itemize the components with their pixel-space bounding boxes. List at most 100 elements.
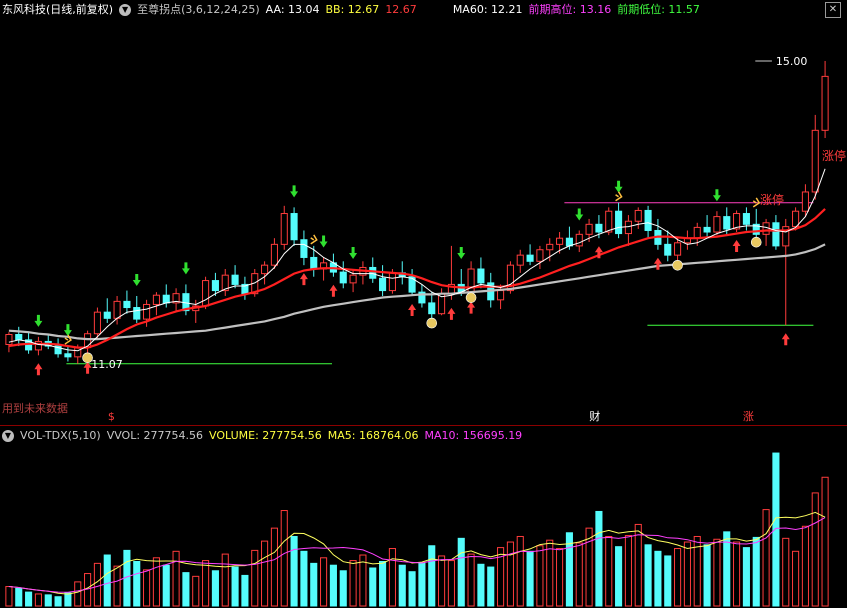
buy-arrow-icon (653, 257, 662, 270)
candle-body (703, 226, 711, 233)
volume-bar (241, 574, 249, 607)
volume-bar (752, 536, 760, 607)
candle-body (428, 302, 436, 315)
stock-name[interactable]: 东风科技 (2, 0, 46, 20)
prev-low-value: 前期低位: 11.57 (617, 3, 700, 16)
volume-bar (418, 562, 426, 607)
candle-body (349, 274, 357, 284)
candle-body (674, 242, 682, 256)
volume-bar (585, 527, 593, 607)
volume-bar (251, 549, 259, 607)
volume-bar (615, 546, 623, 607)
volume-bar (457, 537, 465, 607)
volume-bar (447, 560, 455, 607)
volume-bar (516, 535, 524, 607)
volume-bar (388, 548, 396, 607)
candle-body (792, 210, 800, 228)
volume-chart[interactable] (0, 446, 847, 608)
ma-line-red (8, 208, 826, 349)
candle-body (526, 254, 534, 262)
volume-bar (703, 544, 711, 607)
money-bag-icon (82, 352, 93, 364)
candle-body (270, 243, 278, 266)
money-bag-icon (672, 260, 683, 271)
price-chart[interactable]: 15.0011.07涨停涨停$ 财涨 (0, 20, 847, 424)
candle-body (477, 268, 485, 284)
volume-bar (536, 545, 544, 607)
volume-bar (792, 550, 800, 607)
candle-body (143, 303, 151, 320)
volume-bar (143, 569, 151, 607)
indicator-dropdown-icon[interactable]: ▼ (119, 4, 132, 16)
volume-indicator-name[interactable]: VOL-TDX(5,10) (20, 426, 101, 446)
sell-arrow-icon (290, 185, 299, 198)
volume-bar (221, 553, 229, 607)
volume-bar (644, 544, 652, 607)
volume-bar (723, 531, 731, 607)
volume-bar (182, 572, 190, 607)
candle-body (113, 300, 121, 319)
volume-bar (310, 562, 318, 607)
ma-line-white (8, 168, 826, 352)
money-bag-icon (465, 292, 477, 303)
volume-dropdown-icon[interactable]: ▼ (2, 430, 14, 442)
runner-icon (752, 197, 761, 208)
candle-body (123, 300, 131, 309)
candle-body (300, 239, 308, 258)
volume-bar (398, 564, 406, 607)
sell-arrow-icon (349, 247, 358, 260)
candle-body (546, 243, 554, 251)
volume-bar (487, 566, 495, 607)
candle-body (261, 264, 269, 275)
volume-bar (811, 492, 819, 607)
volume-bar (821, 476, 829, 607)
volume-bar (467, 553, 475, 607)
volume-bar (25, 591, 33, 607)
volume-bar (349, 560, 357, 607)
volume-bar (713, 538, 721, 607)
sell-arrow-icon (575, 208, 584, 221)
sell-arrow-icon (132, 273, 141, 286)
volume-bar (44, 594, 52, 607)
prev-high-value: 前期高位: 13.16 (528, 3, 612, 16)
candle-body (497, 290, 505, 301)
candle-body (162, 294, 170, 304)
volume-bar (329, 564, 337, 607)
candle-body (624, 220, 632, 235)
volume-ma5-line (8, 511, 826, 595)
volume-bar (664, 555, 672, 607)
sell-arrow-icon (34, 314, 43, 327)
volume-bar (438, 555, 446, 607)
volume-bar (162, 564, 170, 607)
volume-bar (801, 525, 809, 607)
candle-body (644, 209, 652, 231)
volume-bar (211, 570, 219, 607)
axis-marker-axis_marker_s: $ (108, 410, 115, 423)
volume-bar (379, 561, 387, 607)
high-price-label: 15.00 (776, 55, 808, 68)
indicator-header: 东风科技 (日线,前复权) ▼ 至尊拐点(3,6,12,24,25) AA: 1… (0, 0, 700, 20)
volume-bar (300, 550, 308, 607)
candle-body (290, 213, 298, 241)
candle-body (595, 223, 603, 233)
sell-arrow-icon (457, 247, 466, 260)
volume-bar (782, 537, 790, 607)
volume-bar (290, 535, 298, 607)
candle-body (15, 334, 23, 341)
volume-bar (64, 592, 72, 607)
close-panel-button[interactable]: ✕ (825, 2, 841, 18)
volume-bar (605, 535, 613, 607)
indicator-name[interactable]: 至尊拐点(3,6,12,24,25) (137, 0, 260, 20)
volume-bar (74, 581, 82, 607)
volume-bar (54, 596, 62, 607)
candle-body (801, 191, 809, 212)
candle-body (152, 294, 160, 305)
bb-value-red: 12.67 (385, 3, 417, 16)
candle-body (811, 129, 819, 193)
aa-value: AA: 13.04 (265, 3, 320, 16)
sell-arrow-icon (319, 235, 328, 248)
buy-arrow-icon (467, 301, 476, 314)
runner-icon (615, 191, 623, 202)
volume-bar (369, 567, 377, 607)
volume-bar (261, 540, 269, 607)
